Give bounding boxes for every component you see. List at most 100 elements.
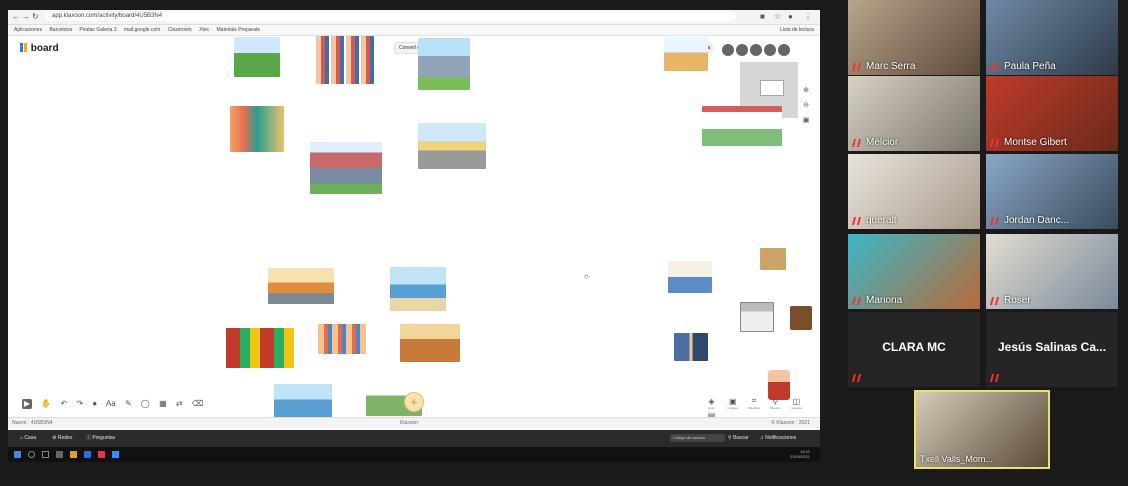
muted-mic-icon: [851, 297, 862, 305]
bookmark-item[interactable]: Piratas Galeria 3: [79, 27, 116, 33]
meeting-room-image[interactable]: [668, 261, 712, 293]
redo-icon[interactable]: ↷: [76, 399, 83, 408]
active-speaker-tile[interactable]: Txell Valls_Mom...: [914, 390, 1050, 469]
participant-tile[interactable]: Mariona: [848, 234, 980, 309]
participant-tile[interactable]: Paula Peña: [986, 0, 1118, 75]
bookmark-item[interactable]: Barcelona: [49, 27, 72, 33]
notifications-button[interactable]: ♫ Notificaciones: [760, 430, 796, 447]
minimap-viewport[interactable]: [760, 80, 784, 96]
muted-mic-icon: [989, 217, 1000, 225]
star-icon[interactable]: ☆: [774, 12, 781, 21]
bookmark-item[interactable]: Materials Preparats: [217, 27, 260, 33]
park-image[interactable]: [234, 37, 280, 77]
city-image[interactable]: [418, 38, 470, 90]
address-bar[interactable]: app.klaxoon.com/activity/board/4U5B3N4: [46, 12, 736, 21]
book-image[interactable]: [790, 306, 812, 330]
participant-tile[interactable]: Jesús Salinas Ca...: [986, 312, 1118, 387]
participant-tile[interactable]: queralt: [848, 154, 980, 229]
reload-icon[interactable]: ↻: [32, 12, 39, 21]
chrome-icon[interactable]: [84, 451, 91, 458]
select-tool-icon[interactable]: ▶: [22, 399, 32, 409]
participant-tile[interactable]: Melcior: [848, 76, 980, 151]
search-button[interactable]: ⚲ Buscar: [728, 430, 749, 447]
zoom-in-icon[interactable]: ⊕: [801, 86, 811, 94]
avatar[interactable]: [736, 44, 748, 56]
participant-name: Marc Serra: [866, 61, 916, 72]
shape-tool-icon[interactable]: ◯: [141, 399, 150, 408]
hand-tool-icon[interactable]: ✋: [41, 399, 51, 408]
handshake-image[interactable]: [674, 333, 708, 361]
home-button[interactable]: ⌂ Casa: [20, 430, 36, 447]
connector-tool-icon[interactable]: ⇄: [176, 399, 183, 408]
menu-icon[interactable]: ⋮: [804, 12, 812, 21]
street-crossing-image[interactable]: [418, 123, 486, 169]
bookmark-item[interactable]: mail.google.com: [124, 27, 160, 33]
school-building-image[interactable]: [740, 302, 774, 332]
avatar[interactable]: [778, 44, 790, 56]
skyline-image[interactable]: [310, 142, 382, 194]
participant-tile[interactable]: Roser: [986, 234, 1118, 309]
bookmark-item[interactable]: Classroom: [168, 27, 192, 33]
participant-name: Jordan Danc...: [1004, 215, 1070, 226]
participant-name: Paula Peña: [1004, 61, 1056, 72]
reading-list[interactable]: Lista de lectura: [780, 25, 814, 35]
apps-icon[interactable]: [56, 451, 63, 458]
muted-mic-icon: [989, 297, 1000, 305]
colorful-town-image[interactable]: [230, 106, 284, 152]
market-image[interactable]: [400, 324, 460, 362]
avatar[interactable]: [764, 44, 776, 56]
participant-tile[interactable]: Jordan Danc...: [986, 154, 1118, 229]
color-dot-icon[interactable]: ●: [92, 399, 97, 408]
undo-icon[interactable]: ↶: [60, 399, 67, 408]
networks-button[interactable]: ⚙ Redes: [52, 430, 72, 447]
file-explorer-icon[interactable]: [70, 451, 77, 458]
app-icon[interactable]: [98, 451, 105, 458]
user-avatars: [722, 43, 792, 61]
profile-icon[interactable]: ●: [788, 12, 793, 21]
text-tool-icon[interactable]: Aa: [106, 399, 116, 408]
beach-pollution-image[interactable]: [390, 267, 446, 311]
access-code-input[interactable]: Código de acceso: [670, 434, 725, 442]
bins-image[interactable]: [226, 328, 294, 368]
bookmark-item[interactable]: Aplicaciones: [14, 27, 42, 33]
zoom-app-icon[interactable]: [112, 451, 119, 458]
recycling-beach-image[interactable]: [274, 384, 332, 418]
tool-images[interactable]: ▣ Imatges: [723, 397, 742, 410]
people-group-image[interactable]: [316, 36, 374, 84]
autumn-street-image[interactable]: [268, 268, 334, 304]
back-icon[interactable]: ←: [12, 12, 20, 21]
tool-folder[interactable]: ◫ Carpeta: [787, 397, 806, 410]
questions-button[interactable]: ⓘ Preguntas: [86, 430, 115, 447]
windows-taskbar: 18:11 22/04/2021: [8, 447, 820, 462]
tool-templates[interactable]: ⌗ Plantilles: [744, 396, 763, 410]
browser-toolbar: ← → ↻ app.klaxoon.com/activity/board/4U5…: [8, 10, 820, 25]
add-button[interactable]: +: [404, 392, 424, 412]
zoom-out-icon[interactable]: ⊖: [801, 101, 811, 109]
forward-icon[interactable]: →: [22, 12, 30, 21]
tool-search[interactable]: ⚲ Buscar: [766, 397, 785, 410]
extension-icon[interactable]: ■: [760, 12, 765, 21]
tool-color[interactable]: ◈ Color: [702, 397, 721, 410]
start-icon[interactable]: [14, 451, 21, 458]
participant-tile[interactable]: Marc Serra: [848, 0, 980, 75]
logo-mark: [24, 43, 27, 52]
participant-name: Melcior: [866, 137, 899, 148]
bookmark-item[interactable]: Xtec: [199, 27, 209, 33]
grid-tool-icon[interactable]: ▦: [159, 399, 167, 408]
board-logo[interactable]: board: [20, 43, 59, 54]
participant-tile[interactable]: Montse Gibert: [986, 76, 1118, 151]
pen-tool-icon[interactable]: ✎: [125, 399, 132, 408]
kids-group-image[interactable]: [318, 324, 366, 354]
avatar[interactable]: [722, 44, 734, 56]
copyright: © Klaxoon · 2021: [771, 420, 810, 426]
search-icon[interactable]: [28, 451, 35, 458]
playground-kids-image[interactable]: [702, 106, 782, 146]
eraser-tool-icon[interactable]: ⌫: [192, 399, 203, 408]
participant-tile[interactable]: CLARA MC: [848, 312, 980, 387]
avatar[interactable]: [750, 44, 762, 56]
task-view-icon[interactable]: [42, 451, 49, 458]
box-image[interactable]: [760, 248, 786, 270]
participant-name: Mariona: [866, 295, 903, 306]
fit-icon[interactable]: ▣: [801, 116, 811, 124]
playground-image[interactable]: [664, 37, 708, 71]
